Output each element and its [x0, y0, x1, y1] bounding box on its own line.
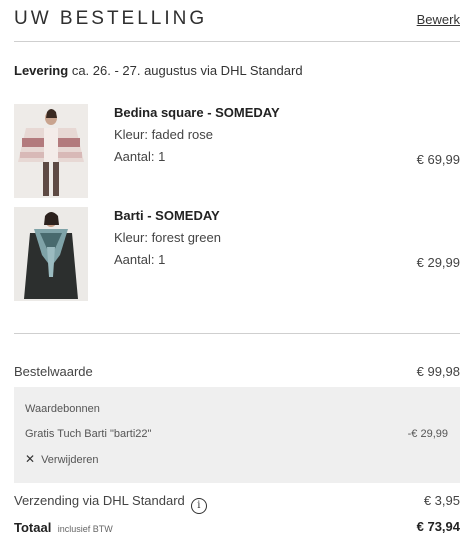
- item-color: Kleur: faded rose: [114, 127, 214, 142]
- delivery-text: ca. 26. - 27. augustus via DHL Standard: [71, 63, 303, 78]
- item-info: Bedina square - SOMEDAY Kleur: faded ros…: [114, 105, 280, 171]
- total-row: Totaal inclusief BTW € 73,94: [14, 519, 460, 537]
- item-name: Bedina square - SOMEDAY: [114, 105, 280, 120]
- edit-link[interactable]: Bewerk: [417, 12, 460, 27]
- order-item: Barti - SOMEDAY Kleur: forest green Aant…: [14, 207, 460, 301]
- voucher-heading: Waardebonnen: [25, 403, 100, 415]
- item-info: Barti - SOMEDAY Kleur: forest green Aant…: [114, 208, 221, 274]
- subtotal-row: Bestelwaarde € 99,98: [14, 364, 460, 379]
- scarf-photo-icon: [14, 207, 88, 301]
- item-quantity: Aantal: 1: [114, 149, 166, 164]
- item-price: € 29,99: [416, 255, 460, 270]
- order-item: Bedina square - SOMEDAY Kleur: faded ros…: [14, 104, 460, 198]
- item-color: Kleur: forest green: [114, 230, 221, 245]
- subtotal-value: € 99,98: [416, 364, 460, 379]
- close-icon: ✕: [25, 452, 36, 466]
- remove-voucher-button[interactable]: ✕ Verwijderen: [25, 452, 99, 466]
- product-image[interactable]: [14, 104, 88, 198]
- delivery-label: Levering: [14, 63, 69, 78]
- subtotal-label: Bestelwaarde: [14, 364, 93, 379]
- poncho-photo-icon: [14, 104, 88, 198]
- total-value: € 73,94: [416, 519, 460, 534]
- voucher-amount: -€ 29,99: [407, 428, 448, 440]
- voucher-box: Waardebonnen Gratis Tuch Barti "barti22"…: [14, 387, 460, 483]
- total-tax-note: inclusief BTW: [57, 524, 113, 534]
- remove-label: Verwijderen: [41, 454, 99, 466]
- item-price: € 69,99: [416, 152, 460, 167]
- voucher-name: Gratis Tuch Barti "barti22": [25, 428, 152, 440]
- info-icon[interactable]: i: [190, 498, 207, 514]
- page-title: UW BESTELLING: [14, 8, 208, 29]
- order-header: UW BESTELLING Bewerk: [14, 8, 460, 42]
- shipping-row: Verzending via DHL Standard i € 3,95: [14, 493, 460, 514]
- delivery-info: Levering ca. 26. - 27. augustus via DHL …: [14, 63, 303, 78]
- total-label: Totaal: [14, 520, 52, 535]
- item-name: Barti - SOMEDAY: [114, 208, 220, 223]
- divider: [14, 333, 460, 334]
- product-image[interactable]: [14, 207, 88, 301]
- shipping-value: € 3,95: [423, 493, 460, 508]
- item-quantity: Aantal: 1: [114, 252, 166, 267]
- shipping-label: Verzending via DHL Standard: [14, 493, 185, 508]
